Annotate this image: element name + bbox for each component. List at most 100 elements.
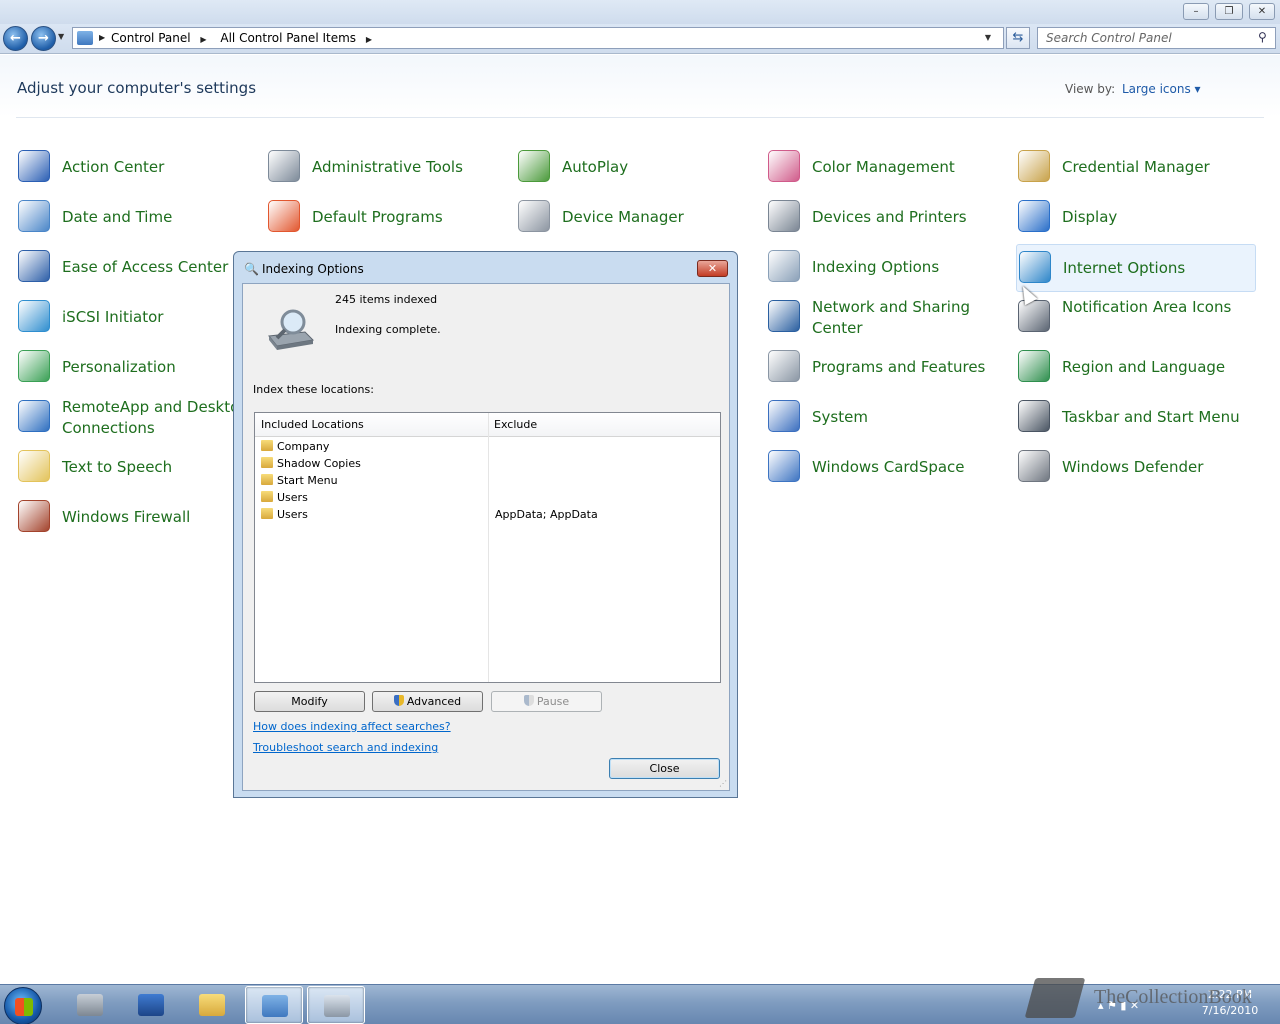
- taskbar-indexing-options[interactable]: [307, 986, 365, 1024]
- cp-item-label: Programs and Features: [812, 358, 986, 376]
- items-indexed-count: 245 items indexed: [335, 293, 438, 306]
- cp-item-devices-and-printers[interactable]: Devices and Printers: [766, 194, 1006, 242]
- cp-item-iscsi-initiator[interactable]: iSCSI Initiator: [16, 294, 256, 342]
- cp-item-taskbar-and-start-menu[interactable]: Taskbar and Start Menu: [1016, 394, 1256, 442]
- cp-item-label: Text to Speech: [62, 458, 173, 476]
- exclude-value: AppData; AppData: [495, 508, 598, 521]
- forward-button[interactable]: →: [31, 26, 56, 51]
- breadcrumb-control-panel[interactable]: Control Panel: [111, 31, 191, 45]
- start-button[interactable]: [4, 987, 42, 1024]
- cp-item-label: Date and Time: [62, 208, 173, 226]
- globe-clock-icon: [1018, 350, 1050, 382]
- cp-item-programs-and-features[interactable]: Programs and Features: [766, 344, 1006, 392]
- autoplay-icon: [518, 150, 550, 182]
- how-indexing-affects-searches-link[interactable]: How does indexing affect searches?: [253, 720, 451, 733]
- cp-item-label: Indexing Options: [812, 258, 940, 276]
- close-window-button[interactable]: ✕: [1249, 3, 1275, 20]
- cp-item-label: Device Manager: [562, 208, 684, 226]
- search-input[interactable]: Search Control Panel: [1037, 27, 1276, 49]
- cp-item-ease-of-access-center[interactable]: Ease of Access Center: [16, 244, 256, 292]
- location-name: Shadow Copies: [277, 457, 361, 470]
- advanced-button-label: Advanced: [406, 695, 462, 708]
- cp-item-label: Windows Firewall: [62, 508, 191, 526]
- folder-icon: [261, 457, 273, 468]
- cp-item-personalization[interactable]: Personalization: [16, 344, 256, 392]
- column-header-exclude[interactable]: Exclude: [494, 418, 537, 431]
- breadcrumb-separator-icon[interactable]: ▶: [366, 35, 372, 44]
- back-button[interactable]: ←: [3, 26, 28, 51]
- breadcrumb-all-items[interactable]: All Control Panel Items: [220, 31, 356, 45]
- printer-icon: [768, 200, 800, 232]
- dialog-close-icon[interactable]: ✕: [697, 260, 728, 277]
- recent-pages-chevron-icon[interactable]: ▼: [58, 32, 64, 41]
- taskbar-control-panel[interactable]: [245, 986, 303, 1024]
- cp-item-label: Region and Language: [1062, 358, 1226, 376]
- restore-button[interactable]: ❐: [1215, 3, 1243, 20]
- dialog-title: Indexing Options: [262, 262, 364, 276]
- cp-item-action-center[interactable]: Action Center: [16, 144, 256, 192]
- breadcrumb-separator-icon[interactable]: ▶: [200, 35, 206, 44]
- search-icon[interactable]: ⚲: [1258, 30, 1272, 44]
- minimize-button[interactable]: –: [1183, 3, 1209, 20]
- watermark-text: TheCollectionBook: [1094, 986, 1252, 1008]
- page-title: Adjust your computer's settings: [17, 79, 257, 97]
- uac-shield-icon: [523, 695, 534, 706]
- dialog-body: 245 items indexed Indexing complete. Ind…: [242, 283, 730, 791]
- cp-item-network-and-sharing-center[interactable]: Network and Sharing Center: [766, 294, 1006, 342]
- table-row[interactable]: Users AppData; AppData: [261, 508, 711, 525]
- advanced-button[interactable]: Advanced: [372, 691, 483, 712]
- indexing-options-icon: [324, 995, 350, 1017]
- address-bar[interactable]: ▶ Control Panel ▶ All Control Panel Item…: [72, 27, 1004, 49]
- cp-item-windows-cardspace[interactable]: Windows CardSpace: [766, 444, 1006, 492]
- cp-item-default-programs[interactable]: Default Programs: [266, 194, 506, 242]
- cp-item-label: Credential Manager: [1062, 158, 1210, 176]
- modify-button[interactable]: Modify: [254, 691, 365, 712]
- cp-item-credential-manager[interactable]: Credential Manager: [1016, 144, 1256, 192]
- cp-item-device-manager[interactable]: Device Manager: [516, 194, 756, 242]
- locations-table[interactable]: Included Locations Exclude Company Shado…: [254, 412, 721, 683]
- address-dropdown-icon[interactable]: ▼: [985, 28, 991, 48]
- color-monitor-icon: [768, 150, 800, 182]
- cp-item-date-and-time[interactable]: Date and Time: [16, 194, 256, 242]
- cp-item-internet-options[interactable]: Internet Options: [1016, 244, 1256, 292]
- cp-item-administrative-tools[interactable]: Administrative Tools: [266, 144, 506, 192]
- taskbar-explorer[interactable]: [183, 986, 241, 1024]
- drive-magnifier-icon: [268, 309, 315, 350]
- control-panel-small-icon: [77, 31, 93, 45]
- table-row[interactable]: Company: [261, 440, 711, 457]
- cp-item-color-management[interactable]: Color Management: [766, 144, 1006, 192]
- cp-item-region-and-language[interactable]: Region and Language: [1016, 344, 1256, 392]
- cp-item-autoplay[interactable]: AutoPlay: [516, 144, 756, 192]
- cp-item-text-to-speech[interactable]: Text to Speech: [16, 444, 256, 492]
- cp-item-remoteapp-and-desktop-connections[interactable]: RemoteApp and Desktop Connections: [16, 394, 256, 442]
- location-name: Company: [277, 440, 330, 453]
- table-row[interactable]: Users: [261, 491, 711, 508]
- firewall-icon: [18, 500, 50, 532]
- troubleshoot-search-link[interactable]: Troubleshoot search and indexing: [253, 741, 438, 754]
- cp-item-windows-firewall[interactable]: Windows Firewall: [16, 494, 256, 542]
- cp-item-indexing-options[interactable]: Indexing Options: [766, 244, 1006, 292]
- folder-icon: [261, 508, 273, 519]
- taskbar-icon: [1018, 400, 1050, 432]
- cp-item-windows-defender[interactable]: Windows Defender: [1016, 444, 1256, 492]
- personalization-icon: [18, 350, 50, 382]
- cp-item-notification-area-icons[interactable]: Notification Area Icons: [1016, 294, 1256, 342]
- cp-item-label: Devices and Printers: [812, 208, 967, 226]
- view-by-dropdown[interactable]: Large icons ▾: [1122, 82, 1201, 96]
- view-by-label: View by:: [1065, 82, 1116, 96]
- column-header-included[interactable]: Included Locations: [261, 418, 364, 431]
- resize-grip-icon[interactable]: ⋰: [719, 779, 727, 788]
- windows-check-icon: [268, 200, 300, 232]
- close-button[interactable]: Close: [609, 758, 720, 779]
- cp-item-display[interactable]: Display: [1016, 194, 1256, 242]
- cp-item-label: Default Programs: [312, 208, 443, 226]
- breadcrumb-separator-icon[interactable]: ▶: [99, 28, 105, 48]
- pause-button[interactable]: Pause: [491, 691, 602, 712]
- taskbar-server-manager[interactable]: [61, 986, 119, 1024]
- refresh-button[interactable]: ⇆: [1006, 27, 1030, 49]
- cp-item-system[interactable]: System: [766, 394, 1006, 442]
- taskbar-powershell[interactable]: [122, 986, 180, 1024]
- table-row[interactable]: Shadow Copies: [261, 457, 711, 474]
- table-row[interactable]: Start Menu: [261, 474, 711, 491]
- server-manager-icon: [77, 994, 103, 1016]
